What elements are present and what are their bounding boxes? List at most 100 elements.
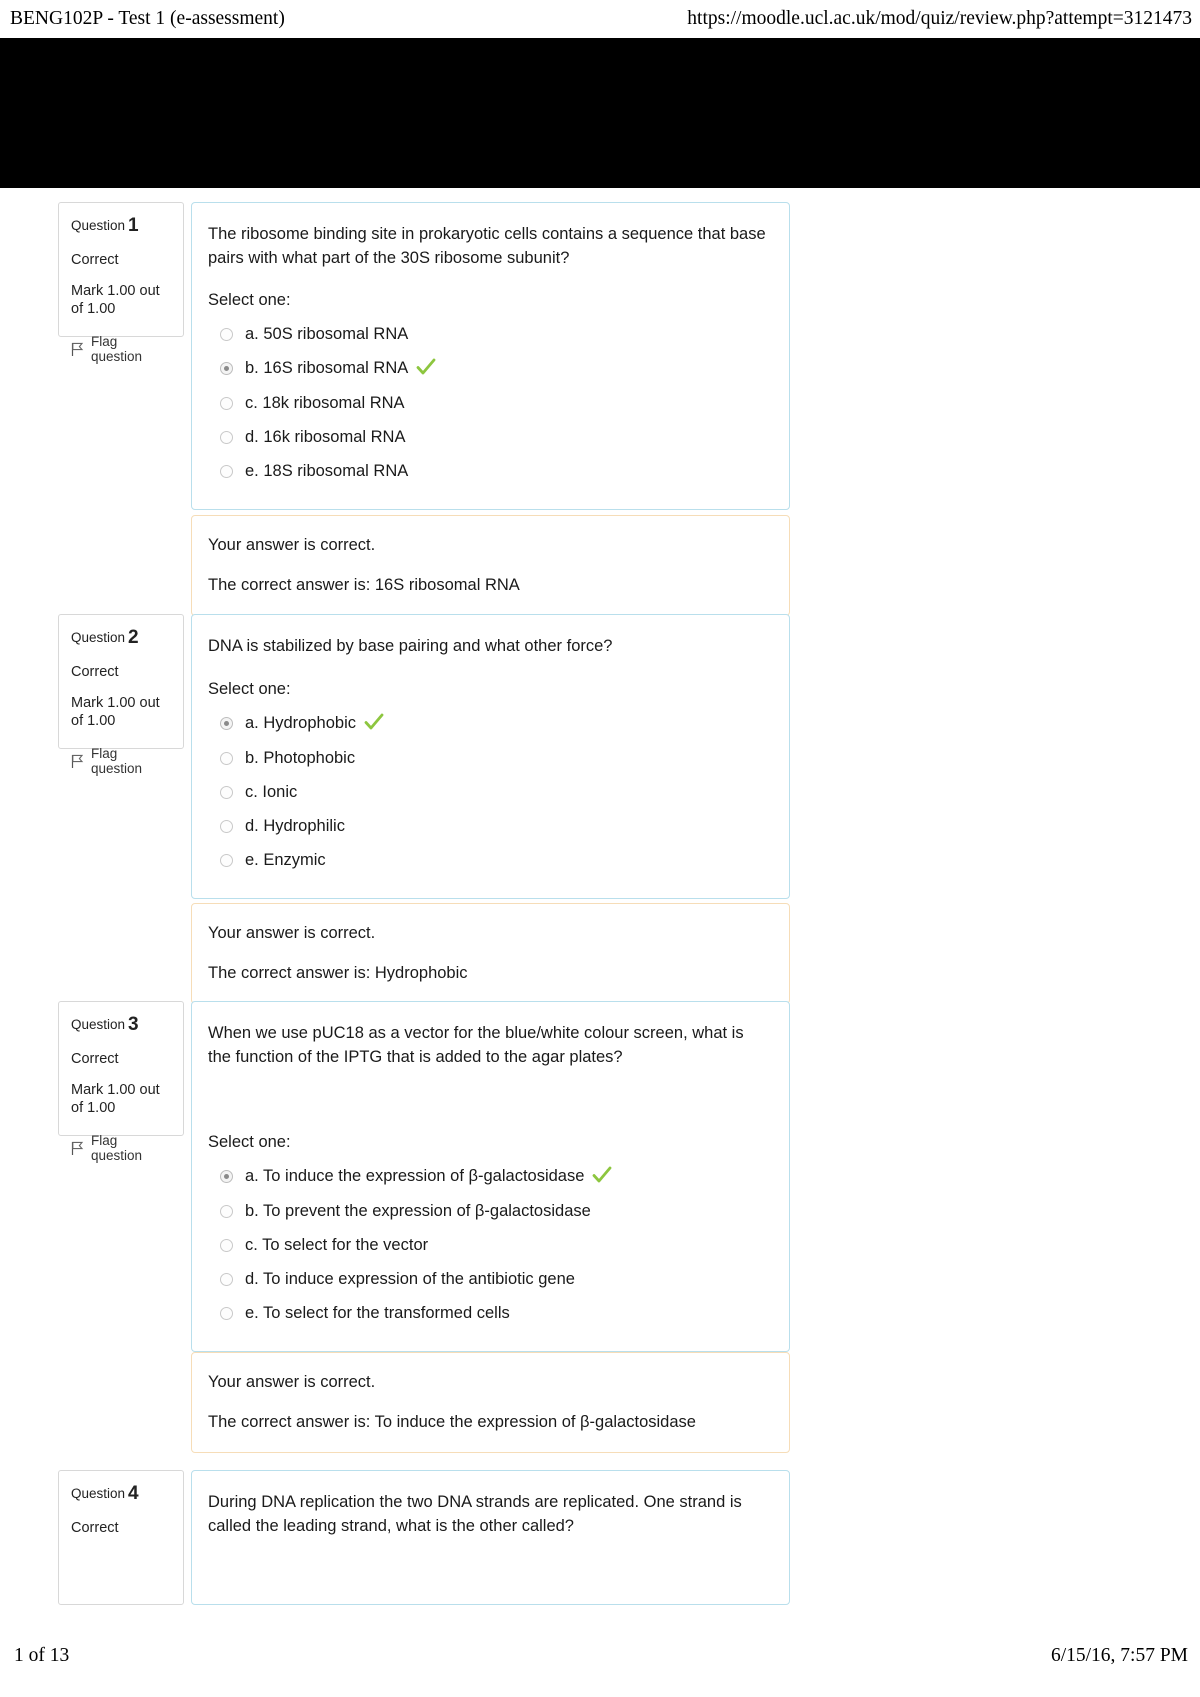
- answer-label: a. 50S ribosomal RNA: [245, 325, 409, 344]
- select-one-label: Select one:: [208, 679, 291, 698]
- question-info-box: Question 3 Correct Mark 1.00 out of 1.00 …: [58, 1001, 184, 1163]
- answer-label: e. Enzymic: [245, 850, 326, 869]
- answer-option[interactable]: a. To induce the expression of β-galacto…: [208, 1160, 771, 1195]
- answer-label: c. To select for the vector: [245, 1236, 429, 1255]
- radio-button[interactable]: [220, 1273, 233, 1287]
- select-one-label: Select one:: [208, 1133, 291, 1152]
- question-number-line: Question 4: [71, 1483, 171, 1506]
- answer-options: a. 50S ribosomal RNA b. 16S ribosomal RN…: [208, 318, 771, 489]
- answer-label: b. To prevent the expression of β-galact…: [245, 1202, 591, 1221]
- answer-label: a. To induce the expression of β-galacto…: [245, 1167, 585, 1186]
- page-number: 1 of 13: [14, 1645, 70, 1666]
- answer-label: e. To select for the transformed cells: [245, 1304, 510, 1323]
- feedback-result: Your answer is correct.: [208, 1373, 376, 1391]
- question-text: During DNA replication the two DNA stran…: [208, 1493, 742, 1535]
- question-info-box: Question 1 Correct Mark 1.00 out of 1.00 …: [58, 202, 184, 364]
- question-state: Correct: [71, 663, 119, 680]
- flag-question-label: Flag question: [91, 746, 143, 777]
- feedback-correct-answer: The correct answer is: Hydrophobic: [208, 964, 468, 983]
- answer-options: a. Hydrophobic b. Photophobic c. Ionic d…: [208, 707, 771, 878]
- radio-button[interactable]: [220, 465, 233, 479]
- question-word-label: Question: [71, 630, 126, 645]
- question-number: 3: [128, 1014, 139, 1035]
- question-state: Correct: [71, 251, 119, 268]
- question-text: When we use pUC18 as a vector for the bl…: [208, 1024, 744, 1066]
- print-header: BENG102P - Test 1 (e-assessment) https:/…: [0, 0, 1200, 38]
- question-feedback-box: Your answer is correct. The correct answ…: [191, 515, 790, 617]
- question-grade: Mark 1.00 out of 1.00: [71, 694, 160, 729]
- radio-button[interactable]: [220, 431, 233, 445]
- answer-label: d. 16k ribosomal RNA: [245, 428, 406, 447]
- answer-option[interactable]: c. 18k ribosomal RNA: [208, 387, 771, 421]
- correct-tick-icon: [592, 1166, 612, 1189]
- question-content-box: During DNA replication the two DNA stran…: [191, 1470, 790, 1605]
- radio-button[interactable]: [220, 819, 233, 833]
- question-grade: Mark 1.00 out of 1.00: [71, 282, 160, 317]
- question-number: 1: [128, 215, 139, 236]
- radio-button[interactable]: [220, 1307, 233, 1321]
- question-content-box: When we use pUC18 as a vector for the bl…: [191, 1001, 790, 1353]
- answer-option[interactable]: e. 18S ribosomal RNA: [208, 455, 771, 489]
- question-word-label: Question: [71, 1017, 126, 1032]
- question-number-line: Question 1: [71, 215, 171, 238]
- radio-button[interactable]: [220, 397, 233, 411]
- answer-option[interactable]: a. 50S ribosomal RNA: [208, 318, 771, 352]
- radio-button[interactable]: [220, 1205, 233, 1219]
- document-title: BENG102P - Test 1 (e-assessment): [10, 8, 285, 29]
- answer-option[interactable]: c. Ionic: [208, 776, 771, 810]
- page-banner: [0, 38, 1200, 188]
- feedback-correct-answer: The correct answer is: 16S ribosomal RNA: [208, 576, 520, 595]
- answer-option[interactable]: d. To induce expression of the antibioti…: [208, 1263, 771, 1297]
- answer-label: b. Photophobic: [245, 748, 356, 767]
- select-one-label: Select one:: [208, 291, 291, 310]
- flag-icon: [71, 342, 84, 356]
- answer-option[interactable]: b. 16S ribosomal RNA: [208, 352, 771, 387]
- answer-option[interactable]: b. Photophobic: [208, 742, 771, 776]
- question-number: 2: [128, 627, 139, 648]
- radio-button-selected[interactable]: [220, 362, 233, 376]
- answer-label: b. 16S ribosomal RNA: [245, 359, 409, 378]
- flag-question-label: Flag question: [91, 1133, 143, 1164]
- feedback-correct-answer: The correct answer is: To induce the exp…: [208, 1413, 696, 1432]
- question-text: DNA is stabilized by base pairing and wh…: [208, 637, 613, 655]
- radio-button[interactable]: [220, 853, 233, 867]
- flag-icon: [71, 754, 84, 768]
- correct-tick-icon: [416, 358, 436, 381]
- answer-option[interactable]: d. 16k ribosomal RNA: [208, 421, 771, 455]
- answer-option[interactable]: e. To select for the transformed cells: [208, 1297, 771, 1331]
- document-url: https://moodle.ucl.ac.uk/mod/quiz/review…: [687, 8, 1192, 29]
- correct-tick-icon: [364, 713, 384, 736]
- question-word-label: Question: [71, 1486, 126, 1501]
- flag-question-control[interactable]: Flag question: [71, 1133, 171, 1163]
- radio-button[interactable]: [220, 328, 233, 342]
- radio-button[interactable]: [220, 785, 233, 799]
- feedback-result: Your answer is correct.: [208, 536, 376, 554]
- answer-label: a. Hydrophobic: [245, 713, 356, 732]
- question-state: Correct: [71, 1519, 119, 1536]
- question-content-box: DNA is stabilized by base pairing and wh…: [191, 614, 790, 899]
- answer-option[interactable]: a. Hydrophobic: [208, 707, 771, 742]
- question-feedback-box: Your answer is correct. The correct answ…: [191, 1352, 790, 1454]
- answer-label: d. Hydrophilic: [245, 816, 345, 835]
- answer-option[interactable]: e. Enzymic: [208, 844, 771, 878]
- question-word-label: Question: [71, 218, 126, 233]
- answer-option[interactable]: c. To select for the vector: [208, 1229, 771, 1263]
- question-grade: Mark 1.00 out of 1.00: [71, 1081, 160, 1116]
- radio-button[interactable]: [220, 751, 233, 765]
- answer-option[interactable]: b. To prevent the expression of β-galact…: [208, 1195, 771, 1229]
- print-footer: 1 of 13 6/15/16, 7:57 PM: [0, 1645, 1200, 1671]
- question-feedback-box: Your answer is correct. The correct answ…: [191, 903, 790, 1005]
- question-text: The ribosome binding site in prokaryotic…: [208, 225, 766, 267]
- radio-button[interactable]: [220, 1239, 233, 1253]
- question-info-box: Question 2 Correct Mark 1.00 out of 1.00 …: [58, 614, 184, 776]
- question-info-box: Question 4 Correct: [58, 1470, 184, 1605]
- flag-question-control[interactable]: Flag question: [71, 334, 171, 364]
- answer-options: a. To induce the expression of β-galacto…: [208, 1160, 771, 1331]
- answer-option[interactable]: d. Hydrophilic: [208, 810, 771, 844]
- radio-button-selected[interactable]: [220, 716, 233, 730]
- flag-question-control[interactable]: Flag question: [71, 746, 171, 776]
- radio-button-selected[interactable]: [220, 1170, 233, 1184]
- answer-label: c. Ionic: [245, 782, 298, 801]
- feedback-result: Your answer is correct.: [208, 924, 376, 942]
- answer-label: e. 18S ribosomal RNA: [245, 462, 409, 481]
